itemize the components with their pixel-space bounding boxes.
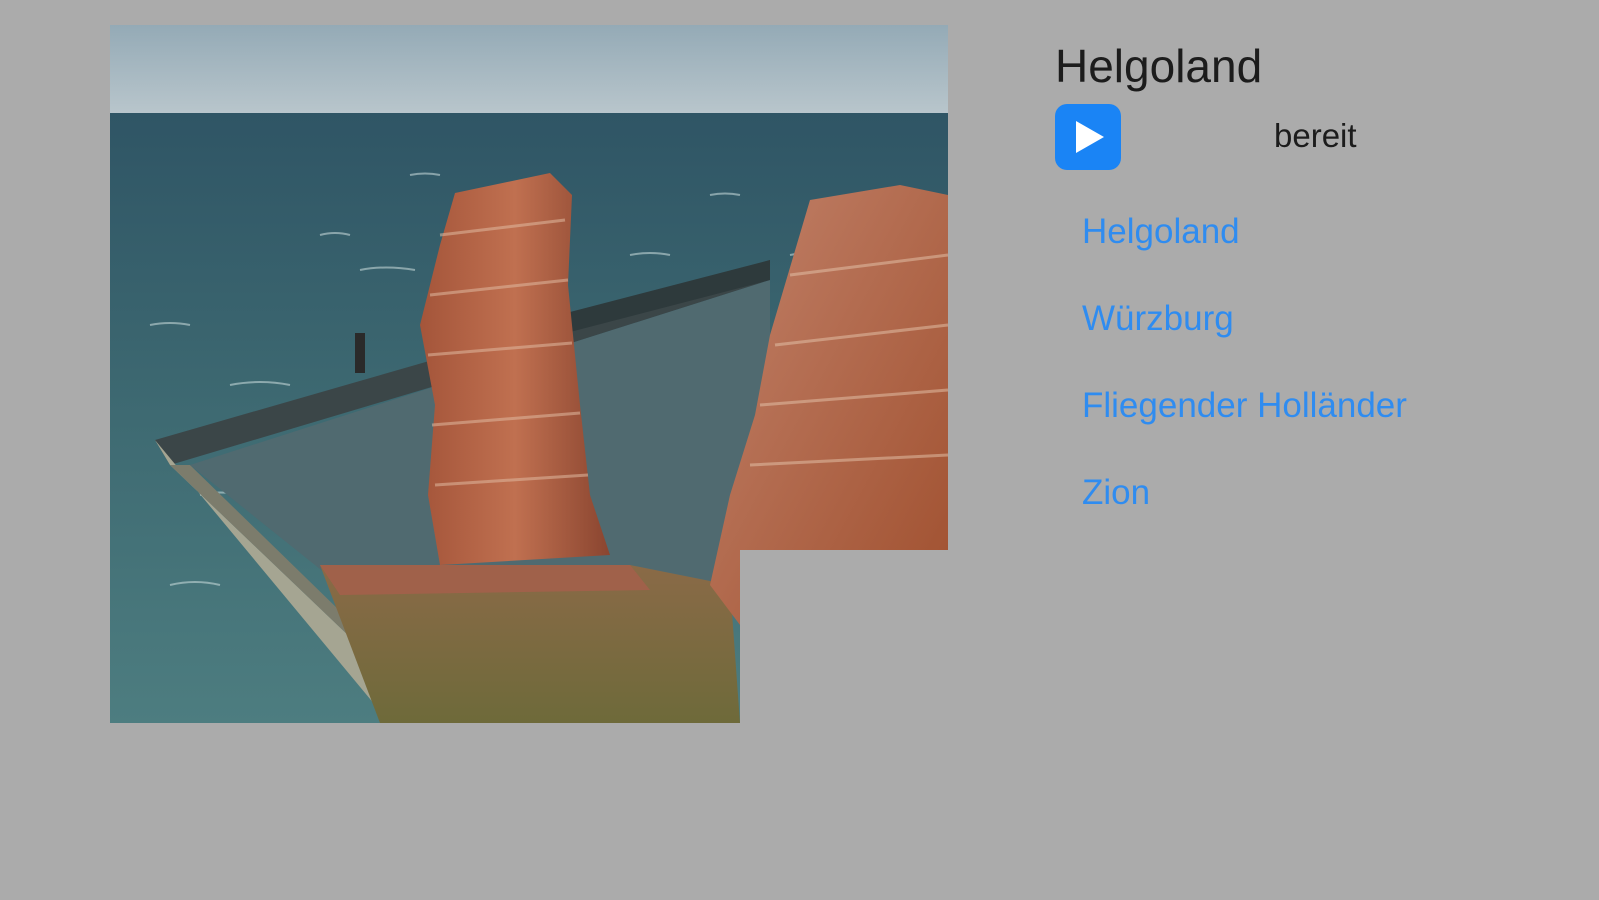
playlist-link-wuerzburg[interactable]: Würzburg <box>1082 299 1234 338</box>
playlist-link-helgoland[interactable]: Helgoland <box>1082 212 1240 251</box>
playlist-link-zion[interactable]: Zion <box>1082 473 1150 512</box>
player-status: bereit <box>1274 117 1357 154</box>
playlist: Helgoland Würzburg Fliegender Holländer … <box>1082 208 1575 556</box>
location-photo <box>110 25 948 723</box>
list-item: Zion <box>1082 469 1575 556</box>
player-panel: Helgoland bereit Helgoland Würzburg Flie… <box>1055 38 1575 556</box>
list-item: Fliegender Holländer <box>1082 382 1575 469</box>
play-icon <box>1076 121 1104 153</box>
list-item: Würzburg <box>1082 295 1575 382</box>
player-controls: bereit <box>1055 104 1575 170</box>
play-button[interactable] <box>1055 104 1121 170</box>
track-title: Helgoland <box>1055 40 1263 92</box>
list-item: Helgoland <box>1082 208 1575 295</box>
playlist-link-fliegender-hollaender[interactable]: Fliegender Holländer <box>1082 386 1407 425</box>
